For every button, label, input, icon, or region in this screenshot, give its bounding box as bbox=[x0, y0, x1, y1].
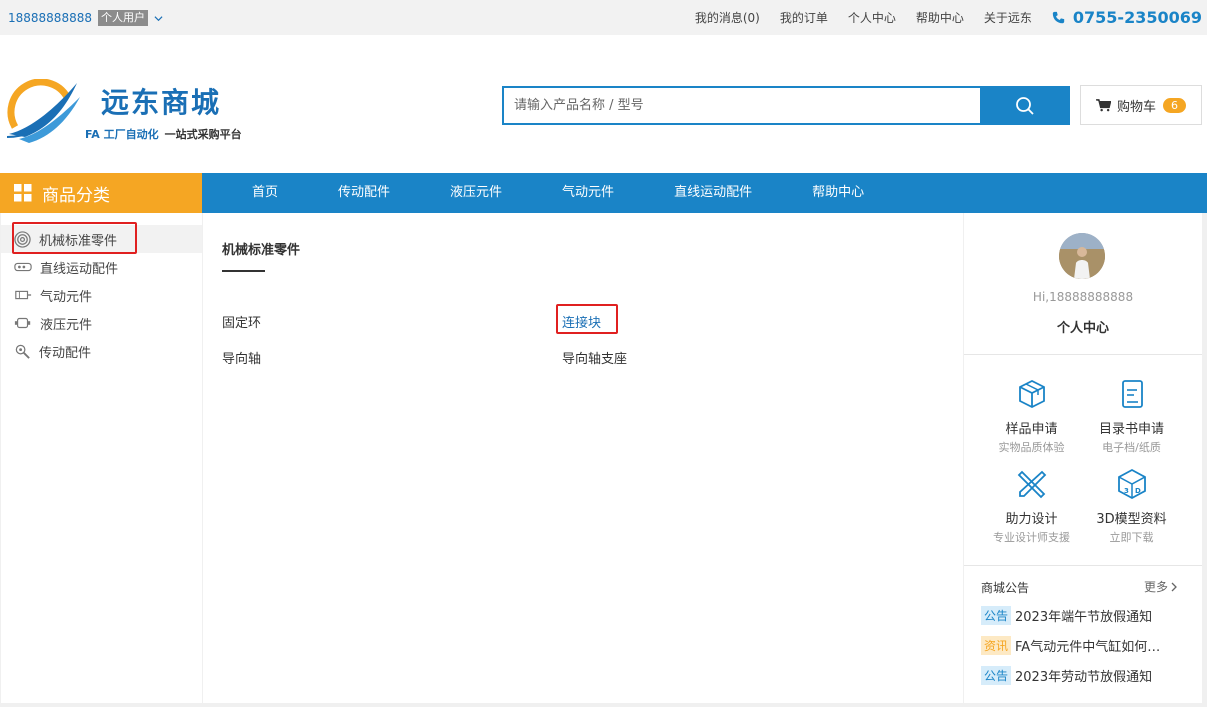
category-header[interactable]: 商品分类 bbox=[0, 173, 202, 213]
top-links: 我的消息(0) 我的订单 个人中心 帮助中心 关于远东 0755-2350069 bbox=[675, 0, 1202, 35]
nav-help[interactable]: 帮助中心 bbox=[782, 173, 894, 213]
divider bbox=[964, 354, 1202, 355]
title-underline bbox=[222, 270, 265, 272]
notice-item[interactable]: 公告 2023年端午节放假通知 bbox=[981, 606, 1181, 625]
grid-icon bbox=[14, 184, 32, 202]
notice-tag: 公告 bbox=[981, 606, 1012, 625]
design-tools-icon bbox=[1017, 470, 1046, 499]
main-nav: 商品分类 首页 传动配件 液压元件 气动元件 直线运动配件 帮助中心 bbox=[0, 173, 1207, 213]
notice-tag: 公告 bbox=[981, 666, 1012, 685]
cylinder-icon bbox=[15, 290, 32, 300]
cart-icon bbox=[1096, 98, 1111, 111]
box-icon bbox=[1018, 379, 1045, 409]
category-label: 气动元件 bbox=[40, 289, 93, 305]
category-label: 直线运动配件 bbox=[40, 261, 119, 277]
highlight-box-category bbox=[12, 222, 137, 254]
user-panel: Hi,18888888888 个人中心 样品申请 实物品质体验 目录书申请 电子… bbox=[964, 213, 1202, 703]
phone-icon bbox=[1052, 11, 1065, 24]
3d-cube-icon: 3D bbox=[1117, 468, 1146, 500]
search-button[interactable] bbox=[980, 86, 1070, 125]
about-link[interactable]: 关于远东 bbox=[984, 9, 1032, 26]
chevron-down-icon bbox=[154, 15, 163, 21]
category-item-pneumatic[interactable]: 气动元件 bbox=[1, 281, 202, 309]
category-label: 液压元件 bbox=[40, 317, 93, 333]
product-link-shaft-support[interactable]: 导向轴支座 bbox=[562, 348, 627, 367]
notice-text: 2023年劳动节放假通知 bbox=[1015, 670, 1153, 685]
cart-button[interactable]: 购物车 6 bbox=[1080, 85, 1202, 125]
more-label: 更多 bbox=[1143, 580, 1168, 594]
category-item-linear[interactable]: 直线运动配件 bbox=[1, 253, 202, 281]
subcategory-title: 机械标准零件 bbox=[222, 243, 301, 258]
user-account-menu[interactable]: 18888888888 个人用户 bbox=[8, 10, 163, 26]
user-type-badge: 个人用户 bbox=[97, 10, 148, 26]
my-messages-link[interactable]: 我的消息(0) bbox=[695, 9, 760, 26]
avatar-person-icon bbox=[1059, 233, 1105, 279]
user-phone: 18888888888 bbox=[8, 11, 92, 25]
cart-label: 购物车 bbox=[1116, 99, 1156, 115]
service-catalog-request[interactable]: 目录书申请 电子档/纸质 bbox=[1072, 378, 1191, 455]
svg-text:D: D bbox=[1135, 487, 1141, 495]
avatar[interactable] bbox=[1059, 233, 1105, 279]
notice-item[interactable]: 资讯 FA气动元件中气缸如何… bbox=[981, 636, 1181, 655]
notice-item[interactable]: 公告 2023年劳动节放假通知 bbox=[981, 666, 1181, 685]
top-bar: 18888888888 个人用户 我的消息(0) 我的订单 个人中心 帮助中心 … bbox=[0, 0, 1207, 35]
nav-home[interactable]: 首页 bbox=[202, 173, 308, 213]
slogan-secondary: 一站式采购平台 bbox=[164, 128, 242, 141]
header: 远东商城 FA 工厂自动化一站式采购平台 购物车 6 bbox=[0, 35, 1207, 173]
hotline-number: 0755-2350069 bbox=[1072, 8, 1202, 27]
highlight-box-product bbox=[556, 304, 618, 334]
service-title: 3D模型资料 bbox=[1096, 512, 1167, 527]
subcategory-panel: 机械标准零件 固定环 连接块 导向轴 导向轴支座 bbox=[203, 213, 963, 703]
logo[interactable]: 远东商城 FA 工厂自动化 一站式采购平台 bbox=[5, 79, 250, 149]
personal-center-title[interactable]: 个人中心 bbox=[964, 317, 1202, 336]
nav-items: 首页 传动配件 液压元件 气动元件 直线运动配件 帮助中心 bbox=[202, 173, 894, 213]
divider bbox=[964, 565, 1202, 566]
service-title: 目录书申请 bbox=[1098, 422, 1164, 437]
personal-center-link[interactable]: 个人中心 bbox=[848, 9, 896, 26]
search-bar bbox=[502, 86, 1070, 125]
service-3d-model[interactable]: 3D 3D模型资料 立即下载 bbox=[1072, 468, 1191, 545]
hotline: 0755-2350069 bbox=[1052, 8, 1202, 27]
chevron-right-icon bbox=[1171, 582, 1177, 591]
nav-hydraulic[interactable]: 液压元件 bbox=[420, 173, 532, 213]
notice-tag: 资讯 bbox=[981, 636, 1012, 655]
service-subtitle: 立即下载 bbox=[1109, 531, 1154, 544]
category-item-transmission[interactable]: 传动配件 bbox=[1, 337, 202, 365]
service-subtitle: 电子档/纸质 bbox=[1102, 441, 1161, 454]
category-sidebar: 机械标准零件 直线运动配件 气动元件 液压元件 传动配件 bbox=[1, 213, 202, 703]
slogan-primary: FA 工厂自动化 bbox=[85, 128, 159, 141]
linear-rail-icon bbox=[14, 262, 32, 272]
category-title: 商品分类 bbox=[42, 185, 110, 206]
svg-text:3: 3 bbox=[1124, 487, 1129, 495]
help-center-link[interactable]: 帮助中心 bbox=[916, 9, 964, 26]
category-item-hydraulic[interactable]: 液压元件 bbox=[1, 309, 202, 337]
nav-pneumatic[interactable]: 气动元件 bbox=[532, 173, 644, 213]
category-label: 传动配件 bbox=[39, 345, 92, 361]
greeting: Hi,18888888888 bbox=[1032, 290, 1134, 304]
cart-count-badge: 6 bbox=[1163, 97, 1186, 113]
my-orders-link[interactable]: 我的订单 bbox=[780, 9, 828, 26]
gear-icon bbox=[15, 344, 30, 359]
book-icon bbox=[1121, 380, 1143, 408]
product-link-fixed-ring[interactable]: 固定环 bbox=[222, 312, 261, 331]
notices-title: 商城公告 bbox=[981, 581, 1030, 595]
notice-text: FA气动元件中气缸如何… bbox=[1015, 640, 1161, 655]
brand-name: 远东商城 bbox=[101, 86, 222, 119]
slogan: FA 工厂自动化 一站式采购平台 bbox=[85, 126, 242, 142]
notice-text: 2023年端午节放假通知 bbox=[1015, 610, 1153, 625]
notices-more-link[interactable]: 更多 bbox=[1144, 578, 1178, 595]
nav-linear-motion[interactable]: 直线运动配件 bbox=[644, 173, 782, 213]
search-icon bbox=[1016, 96, 1034, 115]
hydraulic-pump-icon bbox=[14, 317, 31, 329]
nav-transmission[interactable]: 传动配件 bbox=[308, 173, 420, 213]
product-link-guide-shaft[interactable]: 导向轴 bbox=[222, 348, 261, 367]
search-input[interactable] bbox=[502, 86, 980, 125]
logo-mark-icon bbox=[6, 79, 80, 143]
